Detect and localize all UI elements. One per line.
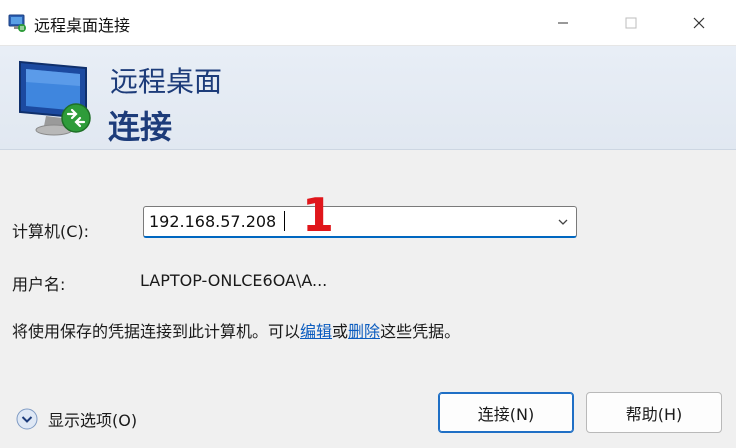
text-caret bbox=[284, 211, 285, 231]
banner-title: 远程桌面 bbox=[110, 65, 223, 98]
minimize-icon bbox=[558, 22, 568, 24]
maximize-button[interactable] bbox=[608, 0, 654, 46]
title-bar: 远程桌面连接 bbox=[0, 0, 736, 46]
expand-circle-icon[interactable] bbox=[16, 408, 38, 430]
minimize-button[interactable] bbox=[540, 0, 586, 46]
info-prefix: 将使用保存的凭据连接到此计算机。可以 bbox=[12, 322, 301, 341]
edit-credentials-link[interactable]: 编辑 bbox=[300, 322, 332, 341]
close-icon bbox=[693, 17, 705, 29]
computer-combobox[interactable]: 192.168.57.208 bbox=[143, 206, 577, 238]
computer-input[interactable]: 192.168.57.208 bbox=[149, 212, 276, 231]
user-label: 用户名: bbox=[12, 275, 66, 294]
help-button[interactable]: 帮助(H) bbox=[586, 392, 722, 433]
info-middle: 或 bbox=[332, 322, 349, 341]
credentials-info: 将使用保存的凭据连接到此计算机。可以编辑或删除这些凭据。 bbox=[12, 318, 460, 342]
computer-label: 计算机(C): bbox=[12, 222, 90, 241]
banner-subtitle: 连接 bbox=[108, 108, 173, 146]
show-options-label[interactable]: 显示选项(O) bbox=[48, 407, 137, 431]
chevron-down-icon[interactable] bbox=[556, 215, 570, 229]
monitor-connection-icon bbox=[19, 60, 91, 136]
window-title: 远程桌面连接 bbox=[34, 16, 131, 35]
remote-desktop-icon bbox=[8, 14, 26, 32]
info-suffix: 这些凭据。 bbox=[380, 322, 461, 341]
header-banner: 远程桌面 连接 bbox=[0, 46, 736, 150]
close-button[interactable] bbox=[676, 0, 722, 46]
delete-credentials-link[interactable]: 删除 bbox=[348, 322, 380, 341]
annotation-number: 1 bbox=[302, 188, 335, 242]
show-options-toggle[interactable]: 显示选项(O) bbox=[16, 407, 137, 431]
maximize-icon bbox=[625, 17, 637, 29]
user-value: LAPTOP-ONLCE6OA\A... bbox=[140, 271, 328, 290]
connect-button[interactable]: 连接(N) bbox=[438, 392, 574, 433]
